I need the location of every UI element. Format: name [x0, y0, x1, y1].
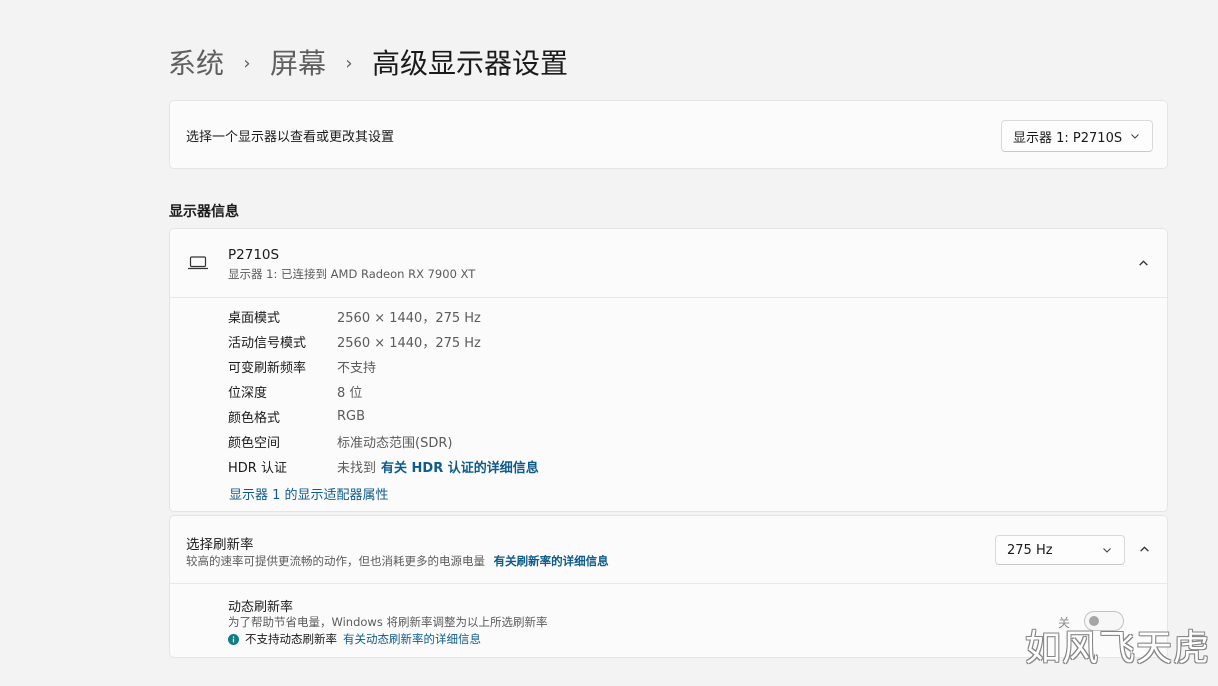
divider	[170, 583, 1167, 584]
monitor-subtitle: 显示器 1: 已连接到 AMD Radeon RX 7900 XT	[228, 267, 476, 281]
display-info-header[interactable]: P2710S 显示器 1: 已连接到 AMD Radeon RX 7900 XT	[170, 229, 1167, 297]
info-row-color-space: 颜色空间 标准动态范围(SDR)	[228, 431, 452, 451]
refresh-rate-value: 275 Hz	[1007, 542, 1053, 558]
breadcrumb-item-system[interactable]: 系统	[168, 44, 224, 84]
display-select-value: 显示器 1: P2710S	[1013, 130, 1123, 146]
display-select-dropdown[interactable]: 显示器 1: P2710S	[1001, 120, 1153, 152]
refresh-rate-description-line: 较高的速率可提供更流畅的动作，但也消耗更多的电源电量 有关刷新率的详细信息	[186, 553, 609, 569]
section-title-display-info: 显示器信息	[169, 204, 239, 220]
refresh-rate-card: 选择刷新率 较高的速率可提供更流畅的动作，但也消耗更多的电源电量 有关刷新率的详…	[169, 515, 1168, 658]
dynamic-refresh-title: 动态刷新率	[228, 600, 294, 615]
info-label: 活动信号模式	[228, 335, 307, 351]
breadcrumb-separator: ›	[345, 53, 353, 74]
display-adapter-properties-link[interactable]: 显示器 1 的显示适配器属性	[229, 484, 389, 503]
info-row-hdr-certification: HDR 认证 未找到 有关 HDR 认证的详细信息	[228, 456, 539, 476]
info-icon	[228, 633, 239, 645]
refresh-rate-description: 较高的速率可提供更流畅的动作，但也消耗更多的电源电量	[186, 554, 485, 568]
dynamic-refresh-status-line: 不支持动态刷新率 有关动态刷新率的详细信息	[228, 631, 481, 647]
info-value: 不支持	[337, 360, 377, 376]
hdr-certification-link[interactable]: 有关 HDR 认证的详细信息	[381, 457, 539, 476]
display-selector-card: 选择一个显示器以查看或更改其设置 显示器 1: P2710S	[169, 100, 1168, 169]
monitor-name: P2710S	[228, 247, 280, 263]
display-selector-label: 选择一个显示器以查看或更改其设置	[186, 130, 395, 145]
watermark: 如风飞天虎	[1025, 628, 1211, 669]
divider	[170, 297, 1167, 298]
refresh-rate-title: 选择刷新率	[186, 537, 254, 553]
chevron-up-icon[interactable]	[1139, 544, 1150, 555]
info-value: RGB	[337, 408, 366, 424]
info-value: 2560 × 1440，275 Hz	[337, 310, 481, 326]
info-label: 颜色格式	[228, 410, 281, 426]
info-row-color-format: 颜色格式 RGB	[228, 406, 365, 426]
info-row-variable-refresh: 可变刷新频率 不支持	[228, 356, 376, 376]
dynamic-refresh-description: 为了帮助节省电量，Windows 将刷新率调整为以上所选刷新率	[228, 615, 548, 629]
breadcrumb: 系统 › 屏幕 › 高级显示器设置	[168, 44, 568, 84]
info-row-active-signal: 活动信号模式 2560 × 1440，275 Hz	[228, 331, 481, 351]
chevron-down-icon	[1103, 548, 1111, 553]
breadcrumb-item-display[interactable]: 屏幕	[270, 44, 326, 84]
refresh-rate-info-link[interactable]: 有关刷新率的详细信息	[494, 554, 609, 568]
info-value: 8 位	[337, 385, 363, 401]
info-row-bit-depth: 位深度 8 位	[228, 381, 362, 401]
info-label: 颜色空间	[228, 435, 281, 451]
info-value: 标准动态范围(SDR)	[337, 435, 453, 451]
info-label: 位深度	[228, 385, 268, 401]
dynamic-refresh-info-link[interactable]: 有关动态刷新率的详细信息	[343, 631, 481, 647]
laptop-icon	[188, 256, 208, 270]
page-title: 高级显示器设置	[372, 47, 569, 80]
dynamic-refresh-status: 不支持动态刷新率	[245, 632, 337, 646]
info-label: HDR 认证	[228, 460, 287, 476]
chevron-up-icon[interactable]	[1138, 258, 1149, 269]
chevron-down-icon	[1131, 134, 1139, 139]
breadcrumb-separator: ›	[243, 53, 251, 74]
info-label: 可变刷新频率	[228, 360, 307, 376]
info-row-desktop-mode: 桌面模式 2560 × 1440，275 Hz	[228, 306, 481, 326]
info-value: 2560 × 1440，275 Hz	[337, 335, 481, 351]
refresh-rate-dropdown[interactable]: 275 Hz	[995, 535, 1125, 565]
display-info-card: P2710S 显示器 1: 已连接到 AMD Radeon RX 7900 XT…	[169, 228, 1168, 512]
info-value: 未找到	[337, 460, 377, 476]
info-label: 桌面模式	[228, 310, 281, 326]
